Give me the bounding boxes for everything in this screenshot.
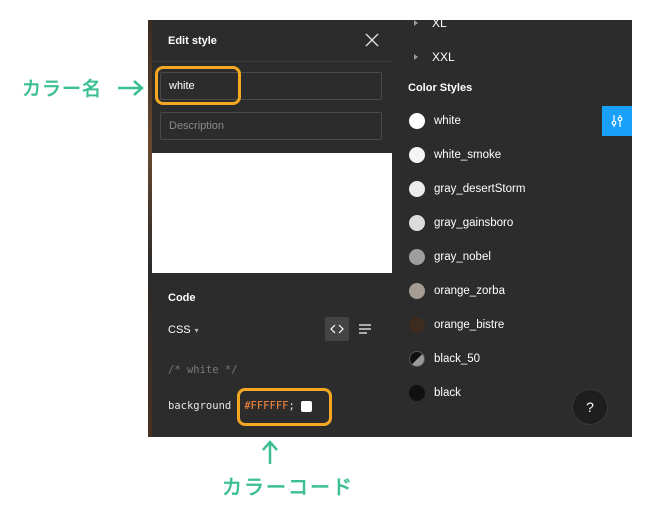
modal-header: Edit style xyxy=(152,20,392,62)
color-style-item[interactable]: gray_desertStorm xyxy=(392,175,632,203)
color-style-label: gray_desertStorm xyxy=(434,183,526,195)
color-swatch xyxy=(409,249,425,265)
color-style-item[interactable]: orange_bistre xyxy=(392,311,632,339)
close-icon xyxy=(365,33,379,47)
list-icon xyxy=(359,324,371,334)
color-style-label: orange_bistre xyxy=(434,319,505,331)
color-style-item[interactable]: black_50 xyxy=(392,345,632,373)
color-swatch xyxy=(409,181,425,197)
code-section-title: Code xyxy=(168,292,196,304)
tree-item-label: XXL xyxy=(432,50,455,64)
language-select-label: CSS xyxy=(168,324,191,336)
color-swatch xyxy=(409,351,425,367)
color-style-item[interactable]: gray_gainsboro xyxy=(392,209,632,237)
color-style-label: orange_zorba xyxy=(434,285,505,297)
expand-triangle-icon[interactable] xyxy=(414,54,418,60)
color-styles-panel: XL XXL Color Styles white white_smoke gr… xyxy=(392,16,632,437)
code-comment: /* white */ xyxy=(168,364,238,376)
color-swatch xyxy=(409,385,425,401)
color-swatch xyxy=(409,215,425,231)
tree-item-label: XL xyxy=(432,16,447,30)
adjust-icon xyxy=(611,115,623,127)
highlight-name-box xyxy=(155,66,241,105)
help-button[interactable]: ? xyxy=(572,389,608,425)
annotation-color-code: カラーコード xyxy=(222,477,354,499)
color-style-item[interactable]: white xyxy=(392,107,632,135)
annotation-color-name: カラー名 xyxy=(22,79,103,100)
highlight-code-box xyxy=(237,388,332,426)
modal-title: Edit style xyxy=(168,35,217,47)
section-title-color-styles: Color Styles xyxy=(408,82,473,94)
code-view-button[interactable] xyxy=(325,317,349,341)
code-icon xyxy=(330,324,344,334)
color-swatch xyxy=(409,283,425,299)
style-settings-button[interactable] xyxy=(602,106,632,136)
color-style-label: gray_nobel xyxy=(434,251,491,263)
close-button[interactable] xyxy=(362,30,382,50)
color-style-label: black_50 xyxy=(434,353,481,365)
language-select[interactable]: CSS ▾ xyxy=(168,324,199,336)
tree-item-xl[interactable]: XL xyxy=(392,12,632,34)
tree-item-xxl[interactable]: XXL xyxy=(392,46,632,68)
color-swatch xyxy=(409,317,425,333)
expand-triangle-icon[interactable] xyxy=(414,20,418,26)
description-input[interactable]: Description xyxy=(160,112,382,140)
color-style-label: white xyxy=(434,115,461,127)
arrow-right-icon xyxy=(118,80,144,96)
color-style-item[interactable]: white_smoke xyxy=(392,141,632,169)
color-style-label: black xyxy=(434,387,461,399)
color-style-item[interactable]: orange_zorba xyxy=(392,277,632,305)
code-property: background xyxy=(168,400,232,412)
color-style-label: gray_gainsboro xyxy=(434,217,514,229)
chevron-down-icon: ▾ xyxy=(194,325,199,335)
style-preview xyxy=(152,153,392,273)
color-style-item[interactable]: gray_nobel xyxy=(392,243,632,271)
color-swatch xyxy=(409,113,425,129)
arrow-up-icon xyxy=(262,440,278,464)
color-swatch xyxy=(409,147,425,163)
color-style-label: white_smoke xyxy=(434,149,502,161)
list-view-button[interactable] xyxy=(353,317,377,341)
